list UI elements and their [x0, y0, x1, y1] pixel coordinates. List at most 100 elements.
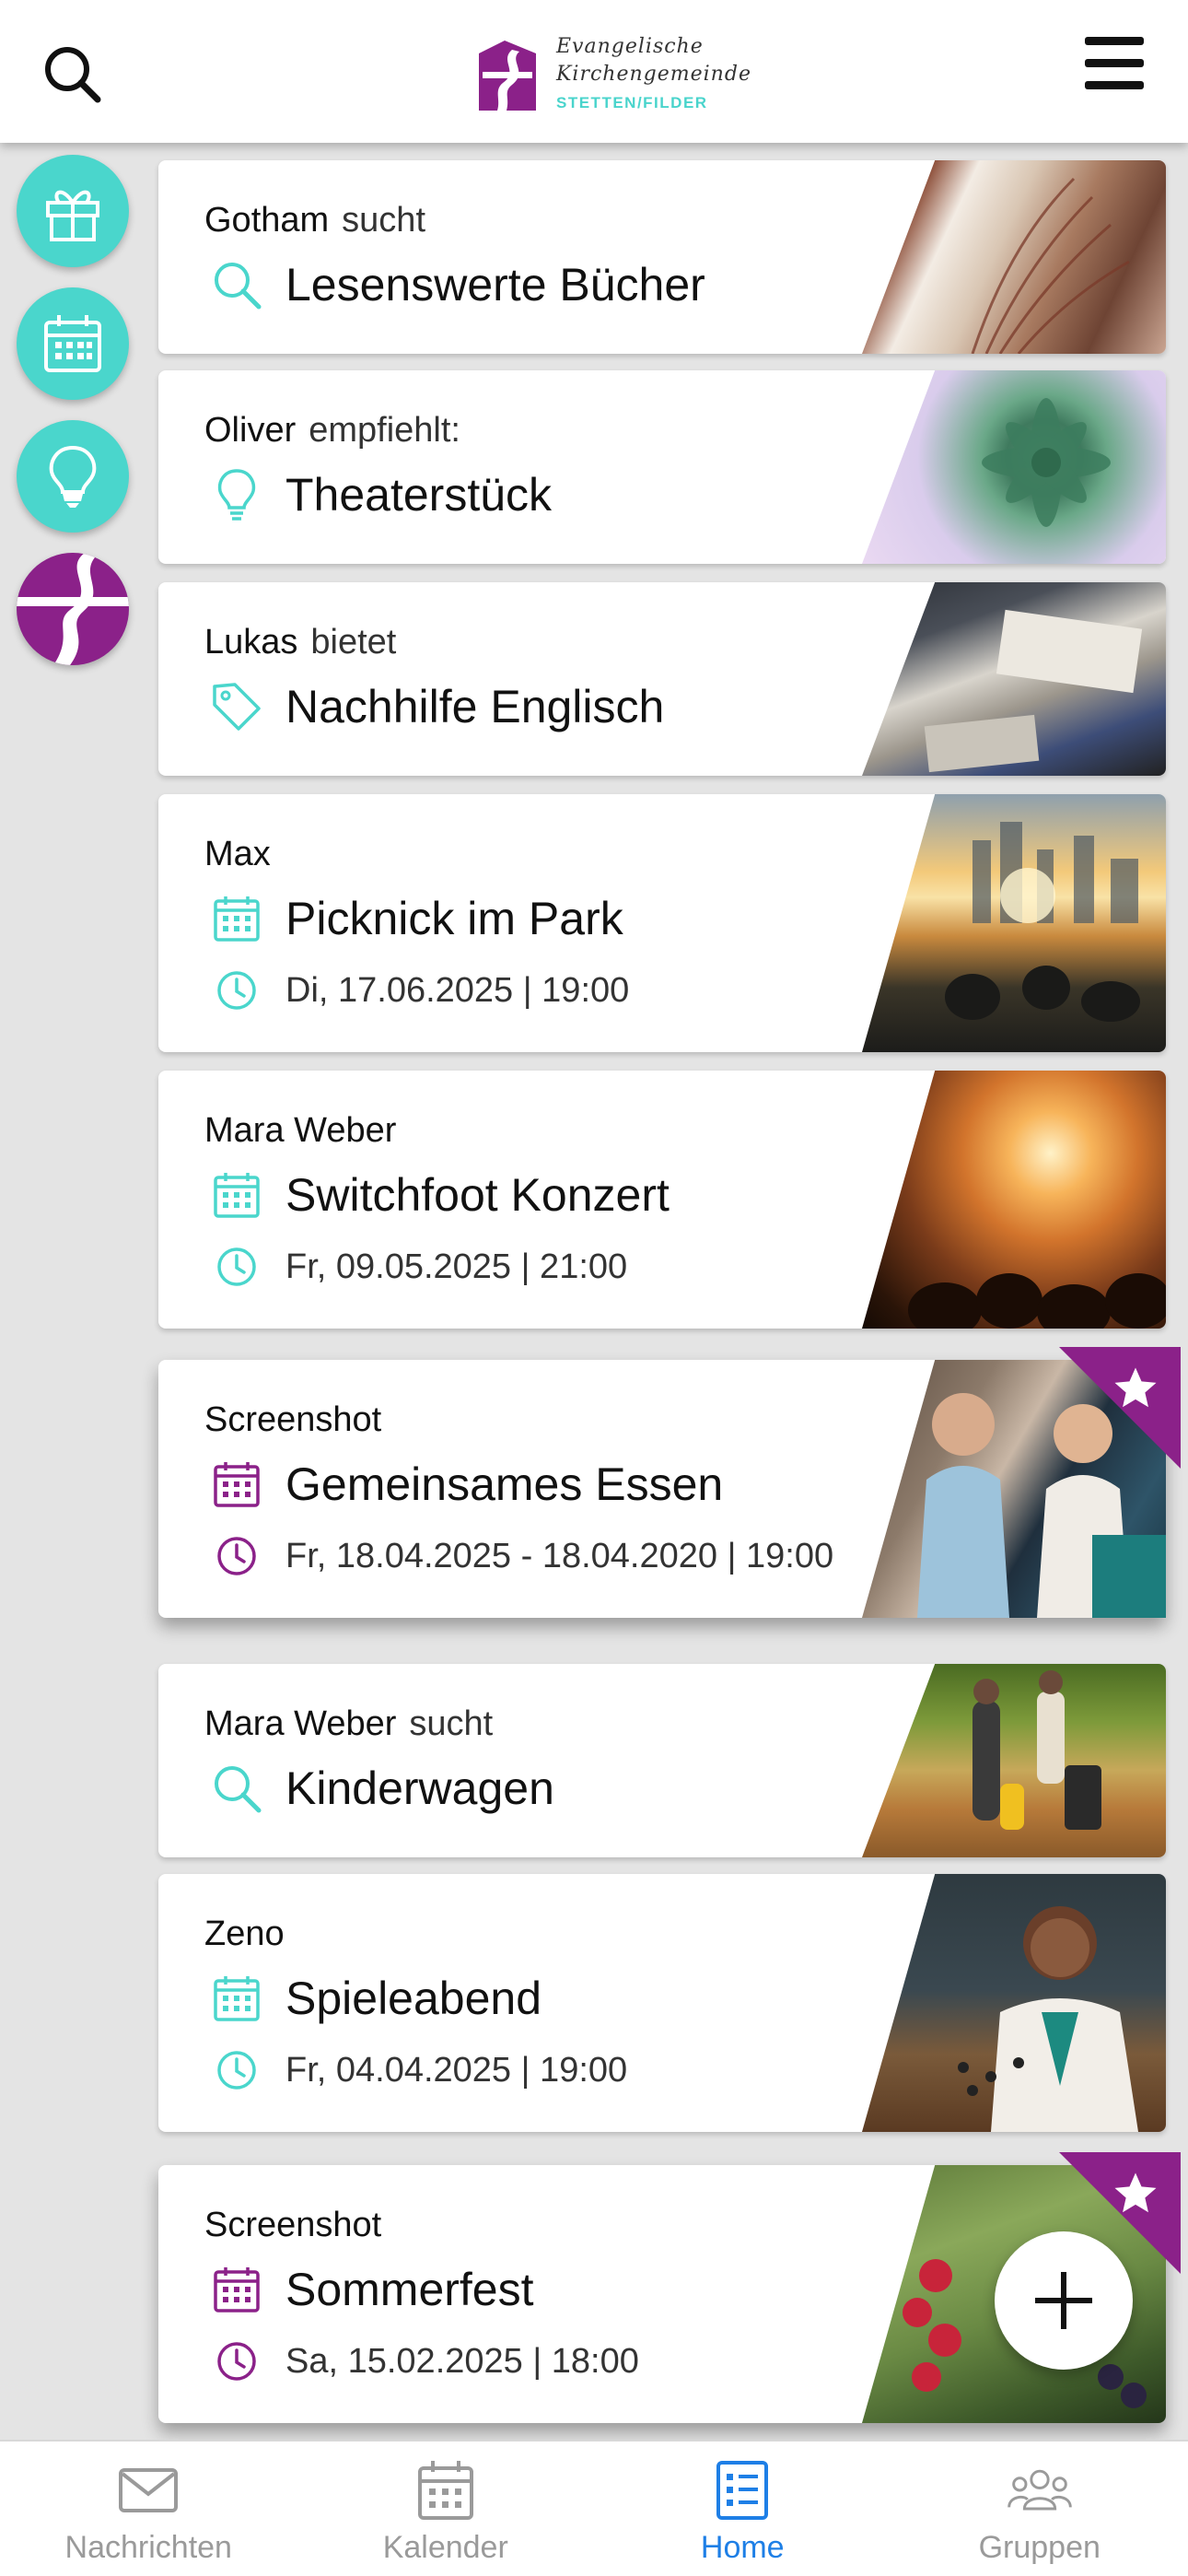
- post-title: Lesenswerte Bücher: [285, 259, 705, 310]
- filter-offers-button[interactable]: [17, 155, 129, 267]
- post-image: [862, 370, 1166, 564]
- list-icon: [710, 2458, 775, 2523]
- post-author: Zeno: [204, 1914, 285, 1954]
- nav-item-nachrichten[interactable]: Nachrichten: [0, 2441, 297, 2576]
- author-name: Gotham: [204, 201, 330, 240]
- featured-event-card[interactable]: Screenshot Gemeinsames Essen Fr, 18.04.2…: [158, 1347, 1181, 1618]
- event-title: Sommerfest: [285, 2264, 534, 2315]
- post-verb: bietet: [310, 623, 397, 662]
- post-author: Lukas bietet: [204, 623, 396, 662]
- star-icon: [1114, 2172, 1157, 2213]
- nav-item-kalender[interactable]: Kalender: [297, 2441, 595, 2576]
- search-icon: [45, 47, 101, 103]
- nav-label: Nachrichten: [64, 2530, 232, 2565]
- event-date: Fr, 18.04.2025 - 18.04.2020 | 19:00: [285, 1536, 834, 1575]
- search-button[interactable]: [37, 39, 111, 112]
- post-title: Theaterstück: [285, 469, 553, 521]
- author-name: Screenshot: [204, 1400, 382, 1439]
- author-name: Mara Weber: [204, 1704, 397, 1743]
- nav-item-gruppen[interactable]: Gruppen: [891, 2441, 1188, 2576]
- post-verb: empfiehlt:: [309, 411, 460, 450]
- calendar-icon: [208, 1456, 265, 1513]
- event-title: Picknick im Park: [285, 893, 623, 944]
- post-author: Screenshot: [204, 2206, 381, 2245]
- author-name: Zeno: [204, 1914, 285, 1953]
- bottom-navigation: Nachrichten Kalender Home Gruppen: [0, 2440, 1188, 2576]
- calendar-icon: [208, 1970, 265, 2027]
- tag-icon: [208, 678, 265, 735]
- menu-button[interactable]: [1077, 29, 1151, 103]
- clock-icon: [208, 1533, 265, 1579]
- author-name: Lukas: [204, 623, 298, 662]
- post-author: Oliver empfiehlt:: [204, 411, 460, 451]
- lightbulb-icon: [208, 466, 265, 523]
- post-verb: sucht: [409, 1704, 494, 1743]
- post-author: Screenshot: [204, 1400, 381, 1440]
- author-name: Oliver: [204, 411, 297, 450]
- clock-icon: [208, 2338, 265, 2384]
- post-image: [862, 582, 1166, 776]
- post-card[interactable]: Gotham sucht Lesenswerte Bücher: [158, 160, 1166, 354]
- clock-icon: [208, 2047, 265, 2093]
- group-icon: [1007, 2458, 1072, 2523]
- calendar-icon: [208, 2261, 265, 2318]
- search-icon: [208, 1760, 265, 1817]
- post-author: Mara Weber sucht: [204, 1704, 493, 1744]
- event-card[interactable]: Max Picknick im Park Di, 17.06.2025 | 19…: [158, 794, 1166, 1052]
- church-logo-icon: [479, 41, 536, 111]
- author-name: Max: [204, 835, 271, 873]
- event-date: Sa, 15.02.2025 | 18:00: [285, 2341, 639, 2381]
- post-image: [862, 1874, 1166, 2132]
- logo-line-3: STETTEN/FILDER: [556, 94, 708, 111]
- post-card[interactable]: Lukas bietet Nachhilfe Englisch: [158, 582, 1166, 776]
- lightbulb-icon: [49, 445, 97, 508]
- calendar-icon: [44, 315, 101, 372]
- post-image: [862, 1071, 1166, 1329]
- church-logo[interactable]: Evangelische Kirchengemeinde STETTEN/FIL…: [479, 31, 751, 120]
- event-date: Fr, 09.05.2025 | 21:00: [285, 1247, 628, 1286]
- star-icon: [1114, 1367, 1157, 1408]
- post-card[interactable]: Oliver empfiehlt: Theaterstück: [158, 370, 1166, 564]
- nav-label: Kalender: [382, 2530, 508, 2565]
- church-logo-icon: [17, 553, 129, 665]
- post-card[interactable]: Mara Weber sucht Kinderwagen: [158, 1664, 1166, 1857]
- calendar-icon: [413, 2458, 478, 2523]
- post-author: Mara Weber: [204, 1111, 396, 1151]
- event-title: Switchfoot Konzert: [285, 1169, 670, 1221]
- event-title: Gemeinsames Essen: [285, 1458, 724, 1510]
- author-name: Screenshot: [204, 2206, 382, 2244]
- plus-icon: [1035, 2272, 1092, 2329]
- event-card[interactable]: Mara Weber Switchfoot Konzert Fr, 09.05.…: [158, 1071, 1166, 1329]
- app-header: Evangelische Kirchengemeinde STETTEN/FIL…: [0, 0, 1188, 143]
- calendar-icon: [208, 890, 265, 947]
- logo-line-2: Kirchengemeinde: [556, 63, 751, 86]
- hamburger-menu-icon: [1085, 37, 1144, 89]
- post-author: Max: [204, 835, 271, 874]
- post-verb: sucht: [342, 201, 425, 240]
- clock-icon: [208, 1244, 265, 1290]
- event-date: Fr, 04.04.2025 | 19:00: [285, 2050, 628, 2090]
- post-image: [862, 1664, 1166, 1857]
- gift-icon: [46, 190, 99, 241]
- event-title: Spieleabend: [285, 1973, 542, 2024]
- filter-tips-button[interactable]: [17, 420, 129, 533]
- nav-item-home[interactable]: Home: [594, 2441, 891, 2576]
- event-date: Di, 17.06.2025 | 19:00: [285, 970, 630, 1010]
- search-icon: [208, 256, 265, 313]
- calendar-icon: [208, 1166, 265, 1224]
- filter-church-button[interactable]: [17, 553, 129, 665]
- clock-icon: [208, 967, 265, 1013]
- post-image: [862, 160, 1166, 354]
- post-image: [862, 794, 1166, 1052]
- add-post-button[interactable]: [995, 2231, 1133, 2370]
- post-title: Nachhilfe Englisch: [285, 681, 665, 732]
- nav-label: Home: [700, 2530, 785, 2565]
- nav-label: Gruppen: [978, 2530, 1101, 2565]
- author-name: Mara Weber: [204, 1111, 397, 1150]
- envelope-icon: [116, 2458, 181, 2523]
- event-card[interactable]: Zeno Spieleabend Fr, 04.04.2025 | 19:00: [158, 1874, 1166, 2132]
- filter-events-button[interactable]: [17, 287, 129, 400]
- logo-line-1: Evangelische: [556, 35, 704, 58]
- post-title: Kinderwagen: [285, 1762, 554, 1814]
- post-author: Gotham sucht: [204, 201, 425, 240]
